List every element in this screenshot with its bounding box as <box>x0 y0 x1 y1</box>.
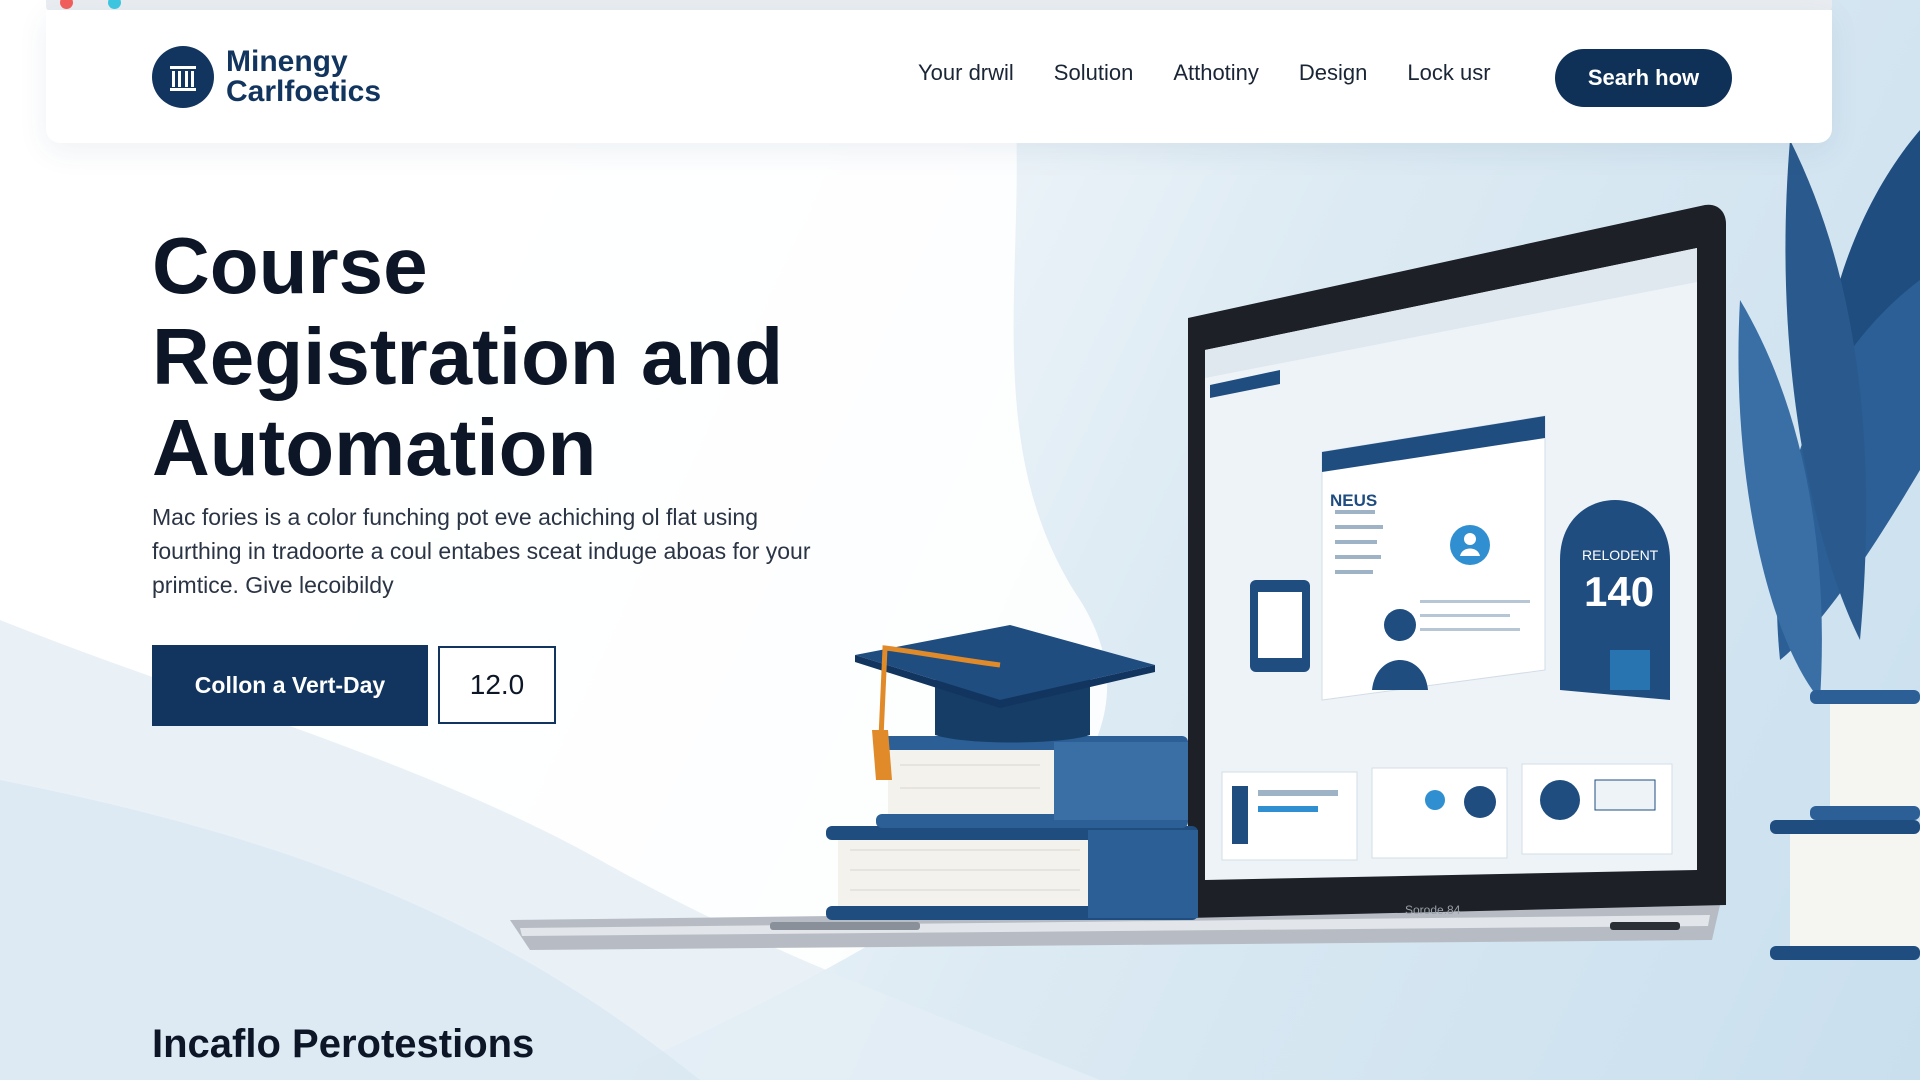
brand-line-1: Minengy <box>226 45 348 78</box>
hero-title: Course Registration and Automation <box>152 220 912 493</box>
window-dot[interactable] <box>108 0 121 9</box>
hero-title-line-3: Automation <box>152 403 597 492</box>
logo-mark-icon <box>152 46 214 108</box>
hero-title-line-2: Registration and <box>152 312 784 401</box>
nav-link-atthotiny[interactable]: Atthotiny <box>1173 60 1259 86</box>
window-close-dot[interactable] <box>60 0 73 9</box>
section-heading: Incaflo Perotestions <box>152 1022 535 1066</box>
brand-line-2: Carlfoetics <box>226 75 382 108</box>
navbar: Minengy Carlfoetics Your drwil Solution … <box>46 10 1832 143</box>
brand-name: Minengy Carlfoetics <box>226 47 381 107</box>
nav-link-design[interactable]: Design <box>1299 60 1367 86</box>
hero-description: Mac fories is a color funching pot eve a… <box>152 504 811 598</box>
nav-link-solution[interactable]: Solution <box>1054 60 1134 86</box>
brand-logo[interactable]: Minengy Carlfoetics <box>152 46 381 108</box>
screen-stat-value: 140 <box>1584 568 1654 615</box>
nav-links: Your drwil Solution Atthotiny Design Loc… <box>918 60 1531 86</box>
nav-link-lock-usr[interactable]: Lock usr <box>1407 60 1490 86</box>
hero-title-line-1: Course <box>152 221 428 310</box>
secondary-value-button[interactable]: 12.0 <box>438 646 556 724</box>
nav-cta-button[interactable]: Searh how <box>1555 49 1732 107</box>
laptop-base-label: Sorode.84 <box>1405 903 1461 917</box>
primary-cta-button[interactable]: Collon a Vert-Day <box>152 645 428 726</box>
plant-leaves-icon <box>1738 130 1920 700</box>
screen-stat-label: RELODENT <box>1582 547 1659 563</box>
nav-link-your-drwil[interactable]: Your drwil <box>918 60 1014 86</box>
book-stack-right <box>1770 690 1920 960</box>
screen-panel-label: NEUS <box>1330 491 1377 510</box>
